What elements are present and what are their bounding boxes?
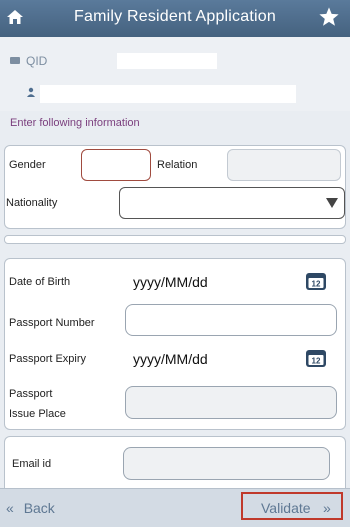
passport-number-label: Passport Number (9, 317, 95, 329)
relation-label: Relation (157, 159, 198, 171)
identity-area: QID (0, 37, 350, 111)
star-icon[interactable] (318, 6, 340, 28)
passport-info-card: Date of Birth yyyy/MM/dd 12 Passport Num… (4, 258, 346, 430)
back-button[interactable]: « Back (6, 500, 55, 516)
svg-text:12: 12 (312, 357, 321, 366)
forward-chevron-icon: » (323, 500, 331, 516)
passport-number-field[interactable] (125, 304, 337, 336)
dob-value: yyyy/MM/dd (133, 274, 208, 290)
passport-expiry-label: Passport Expiry (9, 353, 87, 365)
name-value (40, 85, 296, 103)
back-label: Back (23, 500, 55, 516)
dob-field[interactable]: yyyy/MM/dd (125, 266, 335, 296)
passport-expiry-field[interactable]: yyyy/MM/dd (125, 343, 335, 373)
app-header: Family Resident Application (0, 0, 350, 37)
nationality-label: Nationality (6, 197, 58, 209)
calendar-icon[interactable]: 12 (305, 348, 327, 368)
relation-field[interactable] (227, 149, 341, 181)
dob-label: Date of Birth (9, 276, 71, 288)
qid-label: QID (26, 54, 48, 68)
dropdown-arrow-icon (326, 198, 338, 208)
gender-field[interactable] (81, 149, 151, 181)
page-title: Family Resident Application (74, 8, 276, 25)
passport-expiry-value: yyyy/MM/dd (133, 351, 208, 367)
id-card-icon (10, 57, 20, 64)
contact-card: Email id (4, 436, 346, 489)
calendar-icon[interactable]: 12 (305, 271, 327, 291)
passport-issue-place-field[interactable] (125, 386, 337, 419)
nationality-select[interactable] (119, 187, 345, 219)
back-chevron-icon: « (6, 500, 14, 516)
person-icon (27, 87, 35, 97)
svg-text:12: 12 (312, 280, 321, 289)
passport-issue-label-line2: Issue Place (9, 408, 66, 420)
passport-issue-label-line1: Passport (9, 388, 53, 400)
email-field[interactable] (123, 447, 330, 480)
section-divider (4, 235, 346, 244)
validate-label: Validate (261, 500, 311, 516)
gender-label: Gender (9, 159, 46, 171)
email-label: Email id (12, 458, 52, 470)
validate-button[interactable]: Validate » (241, 492, 343, 520)
qid-value (117, 53, 217, 69)
personal-info-card: Gender Relation Nationality (4, 145, 346, 229)
instruction-text: Enter following information (10, 117, 140, 129)
